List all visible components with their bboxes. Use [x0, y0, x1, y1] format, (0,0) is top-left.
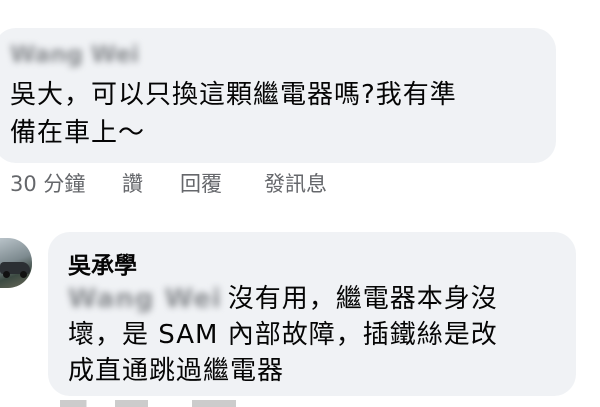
mention-tag[interactable]: Wang Wei: [68, 284, 222, 314]
comment-actions: 30 分鐘 讚 回覆 發訊息: [10, 168, 327, 198]
comment-text-line: 吳大，可以只換這顆繼電器嗎?我有準: [10, 80, 457, 110]
reply-text-line: Wang Wei 沒有用，繼電器本身沒: [68, 284, 498, 314]
reply-bubble: 吳承學 Wang Wei 沒有用，繼電器本身沒 壞，是 SAM 內部故障，插鐵絲是…: [48, 232, 576, 396]
reply-text-line: 成直通跳過繼電器: [68, 356, 285, 386]
reply-author[interactable]: 吳承學: [68, 246, 137, 280]
comment-timestamp[interactable]: 30 分鐘: [10, 168, 122, 198]
send-message-button[interactable]: 發訊息: [264, 168, 327, 198]
comment-author[interactable]: Wang Wei: [10, 42, 139, 68]
cropped-actions: [60, 400, 280, 407]
reply-text-line: 壞，是 SAM 內部故障，插鐵絲是改: [68, 320, 498, 350]
reply-button[interactable]: 回覆: [180, 168, 264, 198]
comment-text-line: 備在車上～: [10, 118, 146, 148]
like-button[interactable]: 讚: [122, 168, 180, 198]
comment-bubble: Wang Wei 吳大，可以只換這顆繼電器嗎?我有準 備在車上～: [0, 28, 556, 163]
avatar[interactable]: [0, 238, 32, 288]
